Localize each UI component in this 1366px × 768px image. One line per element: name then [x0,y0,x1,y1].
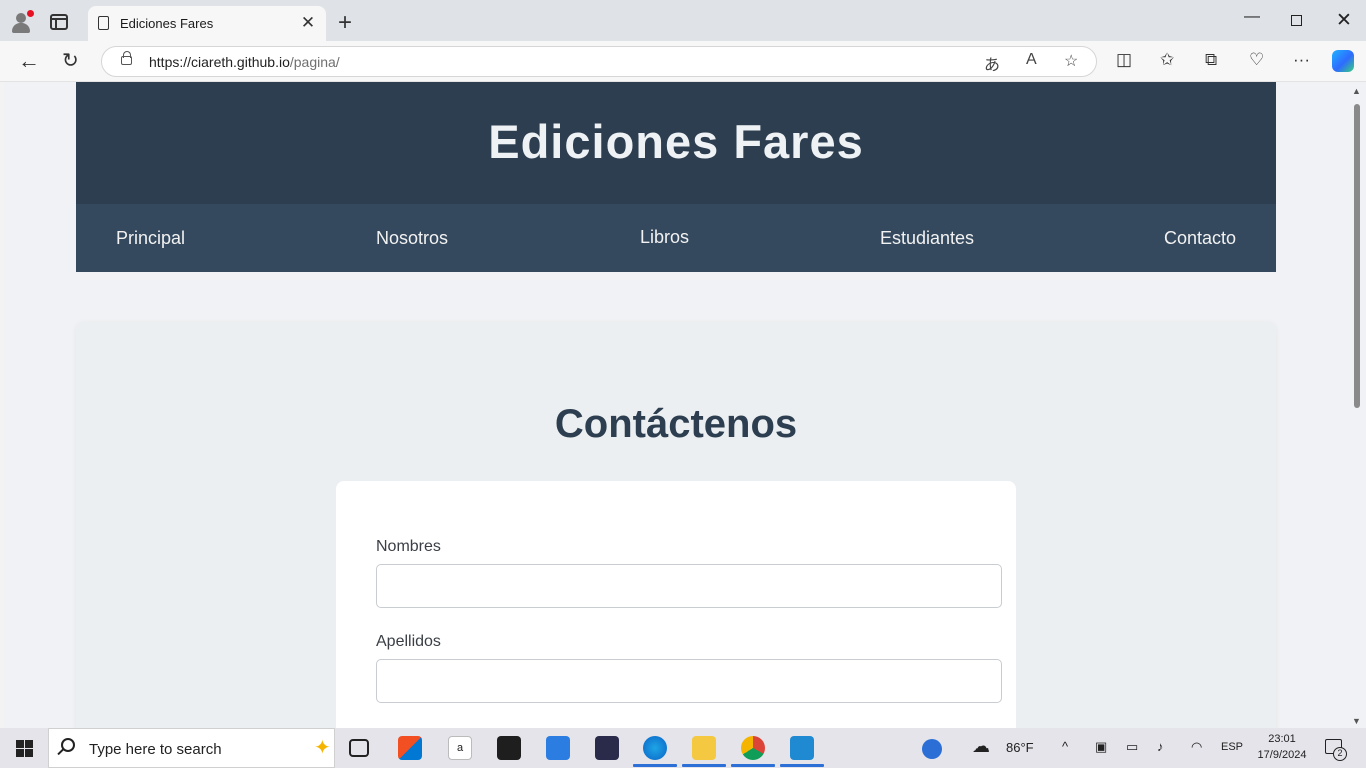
nombres-label: Nombres [376,538,441,555]
read-aloud-icon[interactable]: A [1026,51,1037,69]
site-header: Ediciones Fares [76,82,1276,204]
sparkle-icon: ✦ [314,737,331,759]
browser-tab[interactable]: Ediciones Fares ✕ [88,6,326,41]
language-indicator[interactable]: ESP [1221,741,1243,753]
new-tab-button[interactable]: + [338,9,352,37]
weather-icon[interactable]: ☁ [972,736,990,757]
vscode-icon[interactable] [780,736,824,767]
contact-section: Contáctenos Nombres Apellidos [76,322,1276,728]
nav-link-principal[interactable]: Principal [116,228,185,249]
minimize-button[interactable]: — [1244,8,1260,26]
lock-icon[interactable] [121,51,132,65]
page-icon [98,16,109,30]
chrome-icon[interactable] [731,736,775,767]
nav-link-estudiantes[interactable]: Estudiantes [880,228,974,249]
volume-icon[interactable]: ♪ [1157,739,1164,754]
battery-icon[interactable]: ▭ [1126,739,1138,755]
translate-icon[interactable]: あ [984,51,1000,75]
address-bar-row: ← ↻ https://ciareth.github.io/pagina/ あ … [0,41,1366,82]
nav-link-libros[interactable]: Libros [640,227,689,248]
taskbar-search[interactable]: Type here to search ✦ [48,728,335,768]
close-window-button[interactable]: ✕ [1336,9,1352,32]
collections-icon[interactable]: ⧉ [1205,50,1217,70]
scroll-up-icon[interactable]: ▲ [1352,86,1361,96]
wifi-icon[interactable]: ◠ [1191,739,1202,755]
edge-icon[interactable] [633,736,677,767]
amazon-icon[interactable]: a [448,736,472,760]
mail-icon[interactable] [546,736,570,760]
microsoft-store-icon[interactable] [398,736,422,760]
favorites-icon[interactable]: ✩ [1160,50,1174,70]
dropbox-icon[interactable] [497,736,521,760]
split-screen-icon[interactable]: ◫ [1116,50,1132,70]
taskbar: Type here to search ✦ a ☁ 86°F ^ ▣ ▭ ♪ ◠… [0,728,1366,768]
meet-now-icon[interactable]: ▣ [1095,739,1107,755]
clock-date: 17/9/2024 [1257,749,1307,761]
site-nav: Principal Nosotros Libros Estudiantes Co… [76,204,1276,272]
windows-start-icon[interactable] [16,740,33,757]
back-button[interactable]: ← [18,48,40,74]
nombres-input[interactable] [376,564,1002,608]
page-scrollbar[interactable]: ▲ ▼ [1348,82,1366,728]
page-viewport: Ediciones Fares Principal Nosotros Libro… [4,82,1348,728]
scroll-thumb[interactable] [1354,104,1360,408]
chevron-up-icon[interactable]: ^ [1062,739,1068,754]
refresh-button[interactable]: ↻ [62,48,79,73]
contact-form: Nombres Apellidos [336,481,1016,728]
task-view-icon[interactable] [349,739,369,757]
nav-link-contacto[interactable]: Contacto [1164,228,1236,249]
sublime-icon[interactable] [595,736,619,760]
apellidos-input[interactable] [376,659,1002,703]
apellidos-label: Apellidos [376,633,441,650]
notification-count: 2 [1333,747,1347,761]
scroll-down-icon[interactable]: ▼ [1352,716,1361,726]
clock-time: 23:01 [1268,733,1296,745]
more-options-icon[interactable]: ··· [1293,50,1310,70]
contact-heading: Contáctenos [554,402,798,446]
weather-temp[interactable]: 86°F [1006,740,1034,755]
help-icon[interactable] [922,739,942,759]
search-icon [61,738,75,752]
address-input[interactable]: https://ciareth.github.io/pagina/ あ A ☆ [101,46,1097,77]
tab-actions-icon[interactable] [50,14,68,30]
browser-tab-bar: Ediciones Fares ✕ + — ✕ [0,0,1366,41]
favorite-star-icon[interactable]: ☆ [1064,51,1078,71]
profile-icon[interactable] [10,10,34,33]
browser-essentials-icon[interactable]: ♡ [1249,50,1264,70]
search-placeholder: Type here to search [89,741,222,758]
close-tab-icon[interactable]: ✕ [299,13,317,33]
url-text[interactable]: https://ciareth.github.io/pagina/ [149,54,340,70]
system-clock[interactable]: 23:01 17/9/2024 [1252,731,1312,763]
file-explorer-icon[interactable] [682,736,726,767]
tab-title: Ediciones Fares [120,16,214,31]
site-title: Ediciones Fares [488,115,864,168]
maximize-button[interactable] [1291,15,1302,26]
copilot-icon[interactable] [1332,50,1354,72]
nav-link-nosotros[interactable]: Nosotros [376,228,448,249]
